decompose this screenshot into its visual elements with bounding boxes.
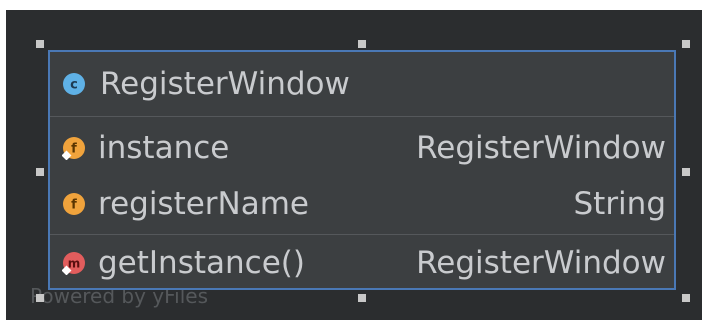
diagram-canvas: Powered by yFiles c RegisterWindow f ins… <box>6 10 702 320</box>
method-row-getinstance[interactable]: m getInstance() RegisterWindow <box>50 235 674 291</box>
svg-text:m: m <box>68 257 81 271</box>
field-row-registername[interactable]: f registerName String <box>50 176 674 232</box>
resize-handle-bottom-right[interactable] <box>682 294 690 302</box>
resize-handle-middle-right[interactable] <box>682 168 690 176</box>
uml-class-node[interactable]: c RegisterWindow f instance RegisterWind… <box>48 50 676 290</box>
field-name: registerName <box>98 186 310 222</box>
static-method-icon: m <box>62 252 85 275</box>
class-icon: c <box>63 73 85 95</box>
class-name: RegisterWindow <box>100 66 350 102</box>
field-row-instance[interactable]: f instance RegisterWindow <box>50 120 674 176</box>
field-name: instance <box>98 130 230 166</box>
svg-text:f: f <box>71 198 77 213</box>
method-name: getInstance() <box>98 245 305 281</box>
resize-handle-middle-left[interactable] <box>36 168 44 176</box>
svg-text:c: c <box>70 78 78 93</box>
resize-handle-top-right[interactable] <box>682 40 690 48</box>
class-header: c RegisterWindow <box>50 52 674 117</box>
field-type: RegisterWindow <box>416 130 666 166</box>
field-icon: f <box>63 193 85 215</box>
resize-handle-top-center[interactable] <box>358 40 366 48</box>
resize-handle-bottom-center[interactable] <box>358 294 366 302</box>
resize-handle-bottom-left[interactable] <box>36 294 44 302</box>
svg-text:f: f <box>71 142 77 157</box>
field-type: String <box>573 186 666 222</box>
static-field-icon: f <box>62 137 85 160</box>
method-return-type: RegisterWindow <box>416 245 666 281</box>
resize-handle-top-left[interactable] <box>36 40 44 48</box>
